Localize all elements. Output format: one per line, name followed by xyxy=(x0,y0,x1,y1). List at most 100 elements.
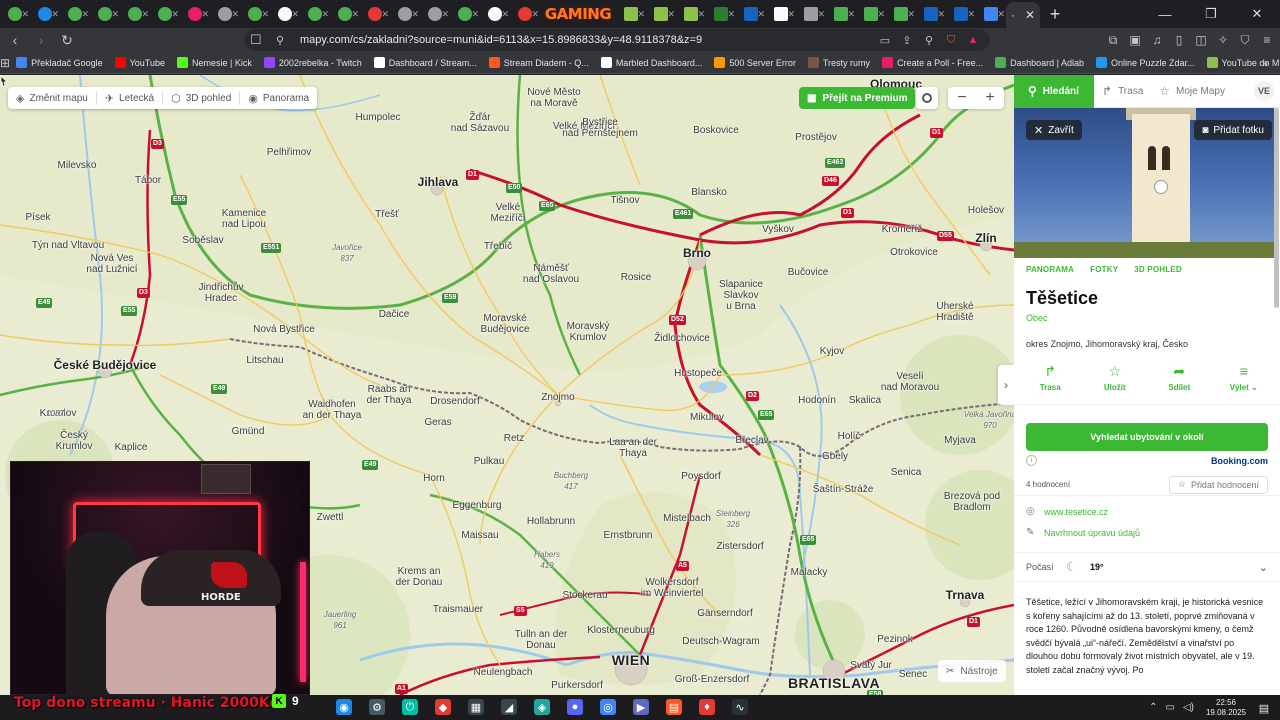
taskbar-app-8-icon[interactable]: ◎ xyxy=(600,699,616,715)
map-place-label[interactable]: Šaštín-Stráže xyxy=(813,484,874,495)
map-place-label[interactable]: Jindřichův Hradec xyxy=(198,282,243,304)
browser-tab-b-12[interactable]: ✕ xyxy=(976,0,1006,28)
share-action-button[interactable]: ➦ Sdílet xyxy=(1151,363,1207,404)
user-avatar[interactable]: VE xyxy=(1254,81,1274,101)
browser-tab-15[interactable]: ✕ xyxy=(450,0,480,28)
map-place-label[interactable]: Eggenburg xyxy=(453,500,502,511)
map-place-label[interactable]: Brezová pod Bradlom xyxy=(944,491,1000,513)
bookmark-9[interactable]: Create a Poll - Free... xyxy=(876,53,989,73)
media-tab-panorama[interactable]: PANORAMA xyxy=(1026,265,1074,274)
map-place-label[interactable]: Litschau xyxy=(246,355,283,366)
tools-button[interactable]: ✂ Nástroje xyxy=(938,660,1006,682)
map-place-label[interactable]: Hodonín xyxy=(798,395,836,406)
map-place-label[interactable]: Gänserndorf xyxy=(697,608,753,619)
map-place-label[interactable]: Třešť xyxy=(375,209,399,220)
map-place-label[interactable]: Horn xyxy=(423,473,445,484)
map-place-label[interactable]: Geras xyxy=(424,417,451,428)
tab-close-icon[interactable]: ✕ xyxy=(291,9,299,20)
map-place-label[interactable]: Javořice 837 xyxy=(332,242,362,264)
map-place-label[interactable]: Neulengbach xyxy=(474,667,533,678)
map-place-label[interactable]: Tišnov xyxy=(610,195,639,206)
tab-close-icon[interactable]: ✕ xyxy=(967,9,975,20)
tab-close-icon[interactable]: ✕ xyxy=(817,9,825,20)
map-place-label[interactable]: Třebíč xyxy=(484,241,512,252)
browser-tab-b-6[interactable]: ✕ xyxy=(796,0,826,28)
bookmark-10[interactable]: Dashboard | Adlab xyxy=(989,53,1090,73)
map-place-label[interactable]: Laa an der Thaya xyxy=(609,437,657,459)
back-icon[interactable]: ‹ xyxy=(4,29,26,51)
map-place-label[interactable]: WIEN xyxy=(612,653,651,667)
map-place-label[interactable]: Dačice xyxy=(379,309,410,320)
brave-shield-icon[interactable]: ⛉ xyxy=(944,33,958,47)
save-action-button[interactable]: ☆ Uložit xyxy=(1087,363,1143,404)
minimize-icon[interactable]: — xyxy=(1142,0,1188,28)
media-tab-3d[interactable]: 3D POHLED xyxy=(1134,265,1182,274)
info-icon[interactable]: i xyxy=(1026,455,1037,466)
browser-tab-b-8[interactable]: ✕ xyxy=(856,0,886,28)
tab-close-icon[interactable]: ✕ xyxy=(787,9,795,20)
browser-tab-b-3[interactable]: ✕ xyxy=(706,0,736,28)
taskbar-app-5-icon[interactable]: ◢ xyxy=(501,699,517,715)
taskbar-app-4-icon[interactable]: ▦ xyxy=(468,699,484,715)
collapse-panel-button[interactable]: › xyxy=(998,365,1014,405)
chevron-down-icon[interactable]: ⌄ xyxy=(1259,561,1268,574)
address-bar[interactable]: ☐ ⚲ mapy.com/cs/zakladni?source=muni&id=… xyxy=(244,29,990,51)
browser-tab-1[interactable]: ✕ xyxy=(30,0,60,28)
map-place-label[interactable]: Skalica xyxy=(849,395,881,406)
tab-close-icon[interactable]: ✕ xyxy=(381,9,389,20)
browser-tab-4[interactable]: ✕ xyxy=(120,0,150,28)
browser-tab-b-11[interactable]: ✕ xyxy=(946,0,976,28)
aerial-button[interactable]: ✈ Letecká xyxy=(97,87,162,109)
premium-button[interactable]: ▦ Přejít na Premium xyxy=(799,87,916,109)
map-place-label[interactable]: Kroměříž xyxy=(882,224,923,235)
weather-row[interactable]: Počasí ☾ 19° ⌄ xyxy=(1014,552,1280,582)
map-place-label[interactable]: Pulkau xyxy=(474,456,505,467)
media-icon[interactable]: ♫ xyxy=(1150,32,1164,48)
taskbar-app-9-icon[interactable]: ▶ xyxy=(633,699,649,715)
tab-close-icon[interactable]: ✕ xyxy=(531,9,539,20)
share-icon[interactable]: ⇪ xyxy=(900,33,914,47)
map-place-label[interactable]: Žďár nad Sázavou xyxy=(451,112,509,134)
map-place-label[interactable]: Svätý Jur xyxy=(850,660,892,671)
browser-tab-b-4[interactable]: ✕ xyxy=(736,0,766,28)
map-place-label[interactable]: Jauerling 961 xyxy=(324,609,356,631)
map-place-label[interactable]: Břeclav xyxy=(735,435,768,446)
map-place-label[interactable]: Boskovice xyxy=(693,125,739,136)
bookmark-11[interactable]: Online Puzzle Zdar... xyxy=(1090,53,1201,73)
map-place-label[interactable]: Groß-Enzersdorf xyxy=(675,674,749,685)
tab-close-icon[interactable]: ✕ xyxy=(877,9,885,20)
map-place-label[interactable]: Habers 419 xyxy=(534,549,560,571)
map-place-label[interactable]: Blansko xyxy=(691,187,727,198)
tab-close-icon[interactable]: ✕ xyxy=(847,9,855,20)
tab-close-icon[interactable]: ✕ xyxy=(261,9,269,20)
zoom-in-button[interactable]: + xyxy=(976,87,1004,109)
website-row[interactable]: ◎ www.tesetice.cz xyxy=(1014,496,1280,517)
network-icon[interactable]: ▭ xyxy=(1165,702,1174,713)
gaming-tab[interactable]: GAMING xyxy=(540,0,616,28)
map-place-label[interactable]: BRATISLAVA xyxy=(788,676,880,690)
map-place-label[interactable]: Waidhofen an der Thaya xyxy=(303,399,362,421)
browser-tab-5[interactable]: ✕ xyxy=(150,0,180,28)
map-place-label[interactable]: Znojmo xyxy=(541,392,574,403)
map-place-label[interactable]: Mikulov xyxy=(690,412,724,423)
tray-chevron-icon[interactable]: ⌃ xyxy=(1149,702,1157,713)
more-bookmarks-icon[interactable]: » xyxy=(1261,56,1268,70)
map-place-label[interactable]: Tulln an der Donau xyxy=(515,629,567,651)
taskbar-app-12-icon[interactable]: ∿ xyxy=(732,699,748,715)
view-3d-button[interactable]: ⬡ 3D pohled xyxy=(163,87,239,109)
map-place-label[interactable]: Deutsch-Wagram xyxy=(682,636,759,647)
map-place-label[interactable]: Veselí nad Moravou xyxy=(881,371,939,393)
map-place-label[interactable]: Prostějov xyxy=(795,132,837,143)
taskbar-app-6-icon[interactable]: ◈ xyxy=(534,699,550,715)
map-place-label[interactable]: Písek xyxy=(25,212,50,223)
map-place-label[interactable]: Slapanice Slavkov u Brna xyxy=(719,279,763,312)
map-place-label[interactable]: Náměšť nad Oslavou xyxy=(523,263,579,285)
tab-close-icon[interactable]: ✕ xyxy=(997,9,1005,20)
bookmark-8[interactable]: Tresty rumy xyxy=(802,53,876,73)
vpn-icon[interactable]: ◫ xyxy=(1194,32,1208,48)
bookmark-7[interactable]: 500 Server Error xyxy=(708,53,802,73)
browser-tab-10[interactable]: ✕ xyxy=(300,0,330,28)
map-place-label[interactable]: Pezinok xyxy=(877,634,913,645)
tab-close-icon[interactable]: ✕ xyxy=(81,9,89,20)
bookmark-3[interactable]: 2002rebelka - Twitch xyxy=(258,53,368,73)
